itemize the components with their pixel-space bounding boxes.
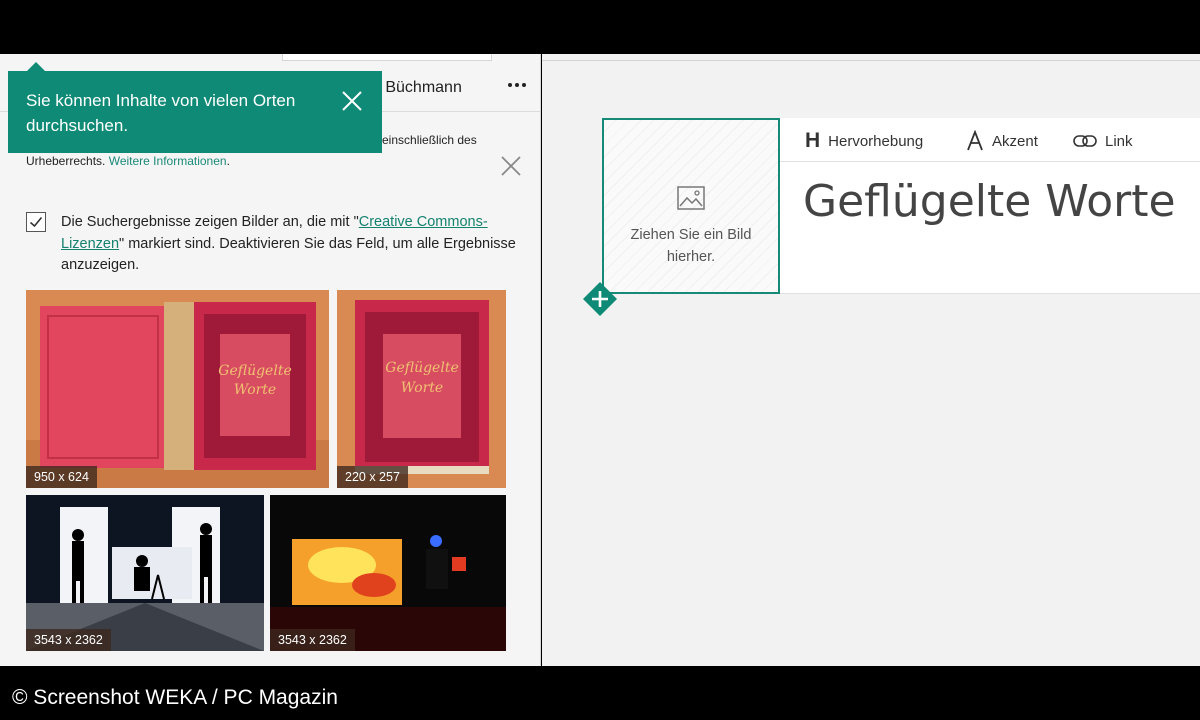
svg-text:Worte: Worte (234, 382, 276, 398)
more-options-button[interactable] (503, 76, 531, 94)
checkbox-icon (29, 216, 43, 228)
add-card-button[interactable] (582, 281, 618, 317)
search-tab-box[interactable] (282, 54, 492, 61)
stage-photo (26, 495, 264, 651)
callout-text: Sie können Inhalte von vielen Orten durc… (26, 91, 296, 135)
close-icon[interactable] (499, 154, 523, 178)
top-frame-bar (0, 0, 1200, 54)
search-result-image[interactable]: 3543 x 2362 (270, 495, 506, 651)
image-drop-zone[interactable]: Ziehen Sie ein Bild hierher. (602, 118, 780, 294)
more-icon (508, 83, 512, 87)
image-drop-text: Ziehen Sie ein Bild hierher. (630, 227, 752, 265)
search-result-image[interactable]: Geflügelte Worte 950 x 624 (26, 290, 329, 488)
more-icon-dot (515, 83, 519, 87)
highlight-icon: H (805, 129, 821, 152)
text-format-toolbar: H Hervorhebung Akzent Link (779, 118, 1200, 162)
image-size-badge: 3543 x 2362 (26, 629, 111, 651)
creative-commons-text: Die Suchergebnisse zeigen Bilder an, die… (61, 212, 521, 277)
accent-icon (967, 130, 983, 151)
svg-text:Geflügelte: Geflügelte (218, 363, 291, 379)
notice-period: . (226, 154, 230, 168)
svg-text:Geflügelte: Geflügelte (385, 360, 458, 376)
copyright-notice-line: Urheberrechts. Weitere Informationen. (26, 154, 230, 168)
copyright-notice-text: einschließlich des (382, 133, 477, 147)
cc-text-before: Die Suchergebnisse zeigen Bilder an, die… (61, 214, 359, 230)
cc-text-after: " markiert sind. Deaktivieren Sie das Fe… (61, 235, 516, 274)
creative-commons-checkbox[interactable] (26, 212, 46, 232)
sway-editor-canvas: H Hervorhebung Akzent Link Geflügelte Wo… (542, 54, 1200, 666)
search-result-image[interactable]: Geflügelte Worte 220 x 257 (337, 290, 506, 488)
more-icon-dot (522, 83, 526, 87)
callout-arrow (27, 62, 45, 71)
accent-label: Akzent (992, 132, 1038, 150)
user-name: g Büchmann (372, 79, 462, 96)
book-open-photo: Geflügelte Worte (26, 290, 329, 488)
title-card[interactable]: H Hervorhebung Akzent Link Geflügelte Wo… (778, 118, 1200, 294)
search-tip-callout: Sie können Inhalte von vielen Orten durc… (8, 62, 382, 153)
search-result-image[interactable]: 3543 x 2362 (26, 495, 264, 651)
link-icon (1073, 135, 1097, 147)
highlight-button[interactable]: H Hervorhebung (805, 129, 924, 152)
page-title[interactable]: Geflügelte Worte (803, 176, 1176, 227)
screenshot-credit: © Screenshot WEKA / PC Magazin (12, 686, 338, 709)
accent-button[interactable]: Akzent (966, 130, 1038, 152)
book-cover-photo: Geflügelte Worte (337, 290, 506, 488)
svg-text:Worte: Worte (401, 380, 443, 396)
image-size-badge: 3543 x 2362 (270, 629, 355, 651)
image-size-badge: 950 x 624 (26, 466, 97, 488)
copyright-notice-prefix: Urheberrechts. (26, 154, 106, 168)
canvas-divider (542, 60, 1200, 61)
link-button[interactable]: Link (1073, 130, 1133, 152)
more-info-link[interactable]: Weitere Informationen (109, 154, 227, 168)
image-size-badge: 220 x 257 (337, 466, 408, 488)
concert-photo (270, 495, 506, 651)
highlight-label: Hervorhebung (828, 132, 924, 150)
image-icon (677, 186, 705, 210)
close-icon[interactable] (340, 89, 364, 113)
link-label: Link (1105, 132, 1133, 150)
